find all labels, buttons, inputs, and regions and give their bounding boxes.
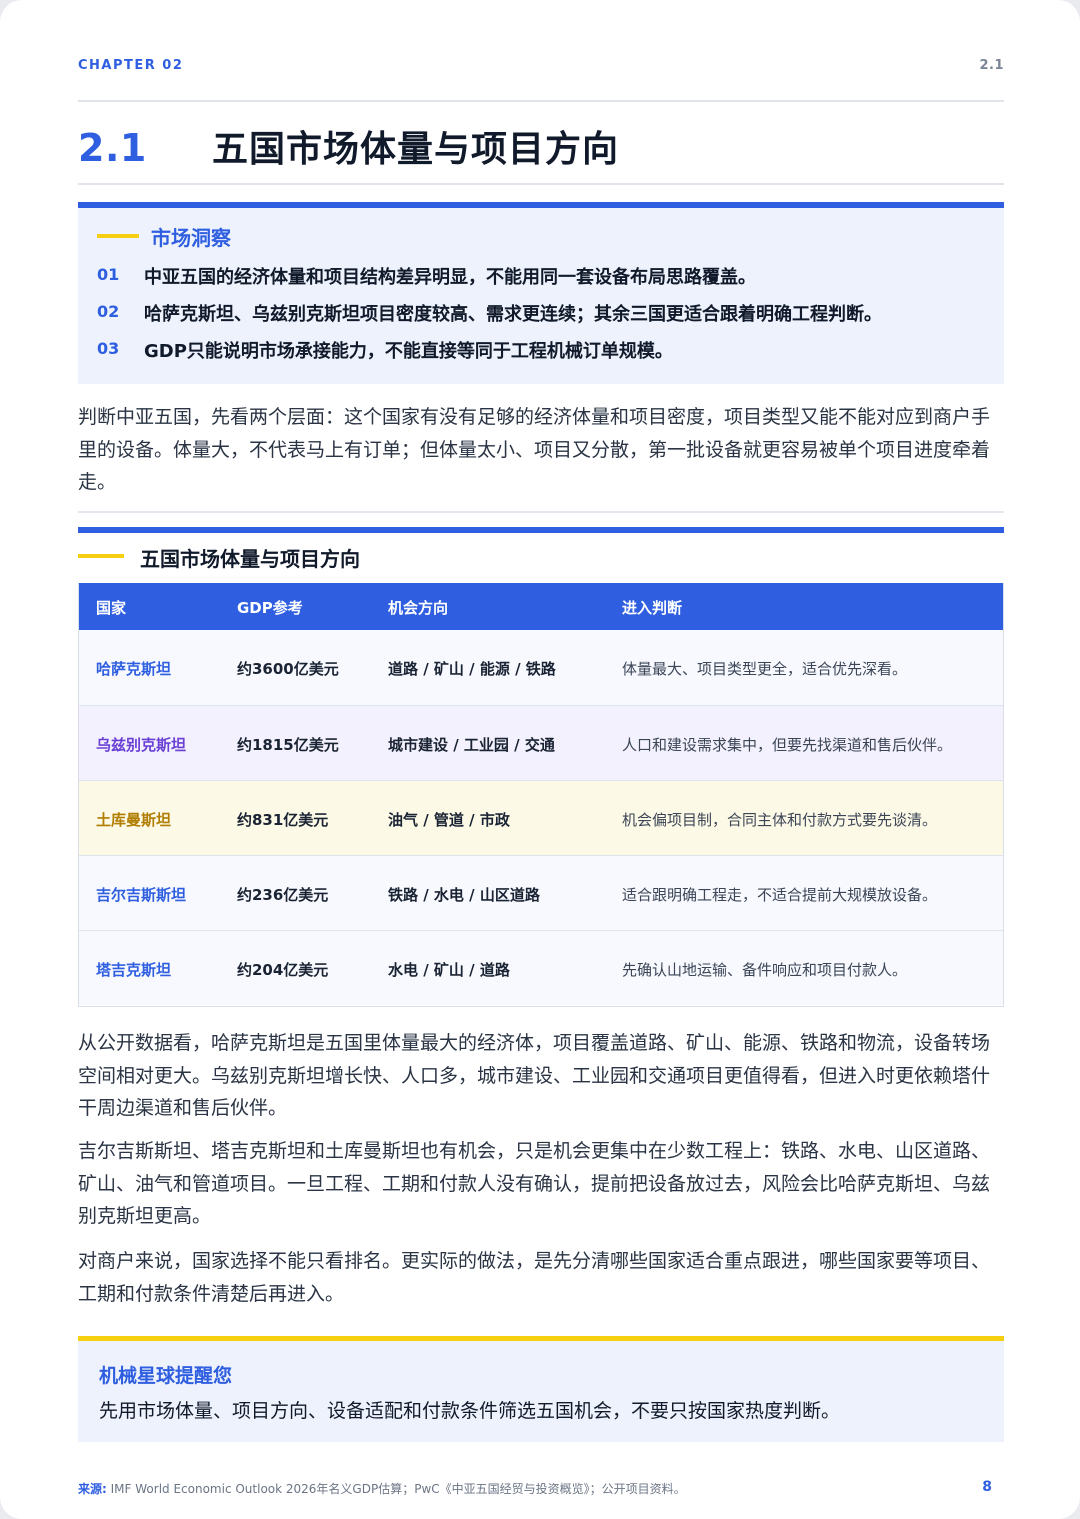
section-ref: 2.1 — [979, 58, 1004, 73]
insight-item-text: 中亚五国的经济体量和项目结构差异明显，不能用同一套设备布局思路覆盖。 — [144, 267, 756, 288]
table-row: 乌兹别克斯坦 约1815亿美元 城市建设 / 工业园 / 交通 人口和建设需求集中，但… — [79, 705, 1003, 780]
cell-country: 乌兹别克斯坦 — [96, 736, 187, 754]
table-top-bar — [78, 527, 1004, 533]
cell-country: 哈萨克斯坦 — [96, 660, 172, 678]
document-page: CHAPTER 02 2.1 2.1 五国市场体量与项目方向 市场洞察 01 中… — [0, 0, 1080, 1519]
table-row: 吉尔吉斯斯坦 约236亿美元 铁路 / 水电 / 山区道路 适合跟明确工程走，不适合提… — [79, 855, 1003, 930]
cell-judgement: 先确认山地运输、备件响应和项目付款人。 — [622, 961, 908, 979]
column-header-gdp: GDP参考 — [237, 599, 303, 617]
cell-judgement: 体量最大、项目类型更全，适合优先深看。 — [622, 660, 908, 678]
insight-item-number: 03 — [97, 339, 120, 358]
cell-gdp: 约204亿美元 — [237, 961, 329, 979]
insight-item: 01 中亚五国的经济体量和项目结构差异明显，不能用同一套设备布局思路覆盖。 — [97, 263, 997, 291]
market-table: 国家 GDP参考 机会方向 进入判断 哈萨克斯坦 约3600亿美元 道路 / 矿山 … — [78, 583, 1004, 1007]
insight-item: 03 GDP只能说明市场承接能力，不能直接等同于工程机械订单规模。 — [97, 337, 997, 365]
table-title: 五国市场体量与项目方向 — [140, 547, 360, 571]
body-paragraph: 对商户来说，国家选择不能只看排名。更实际的做法，是先分清哪些国家适合重点跟进，哪… — [78, 1250, 991, 1305]
column-header-judgement: 进入判断 — [622, 599, 683, 617]
insight-dash — [97, 234, 139, 238]
cell-judgement: 人口和建设需求集中，但要先找渠道和售后伙伴。 — [622, 736, 953, 754]
table-heading-row: 五国市场体量与项目方向 — [78, 541, 1004, 571]
body-paragraph: 从公开数据看，哈萨克斯坦是五国里体量最大的经济体，项目覆盖道路、矿山、能源、铁路… — [78, 1032, 991, 1119]
insight-item-number: 02 — [97, 302, 120, 321]
insight-item-number: 01 — [97, 265, 120, 284]
table-row: 哈萨克斯坦 约3600亿美元 道路 / 矿山 / 能源 / 铁路 体量最大、项目类型更… — [79, 630, 1003, 705]
cell-gdp: 约1815亿美元 — [237, 736, 339, 754]
column-header-country: 国家 — [96, 599, 127, 617]
cell-judgement: 机会偏项目制，合同主体和付款方式要先谈清。 — [622, 811, 938, 829]
reminder-heading: 机械星球提醒您 — [99, 1365, 233, 1387]
cell-direction: 道路 / 矿山 / 能源 / 铁路 — [388, 660, 556, 678]
cell-direction: 铁路 / 水电 / 山区道路 — [388, 886, 540, 904]
cell-direction: 油气 / 管道 / 市政 — [388, 811, 510, 829]
reminder-text: 先用市场体量、项目方向、设备适配和付款条件筛选五国机会，不要只按国家热度判断。 — [99, 1400, 841, 1422]
table-heading-dash — [78, 554, 124, 558]
table-row: 土库曼斯坦 约831亿美元 油气 / 管道 / 市政 机会偏项目制，合同主体和付款方式… — [79, 780, 1003, 855]
body-paragraph: 吉尔吉斯斯坦、塔吉克斯坦和土库曼斯坦也有机会，只是机会更集中在少数工程上：铁路、… — [78, 1140, 991, 1227]
insight-box: 市场洞察 01 中亚五国的经济体量和项目结构差异明显，不能用同一套设备布局思路覆… — [78, 202, 1004, 384]
section-number: 2.1 — [78, 126, 147, 170]
insight-item-text: 哈萨克斯坦、乌兹别克斯坦项目密度较高、需求更连续；其余三国更适合跟着明确工程判断… — [144, 304, 882, 325]
source-text: IMF World Economic Outlook 2026年名义GDP估算；… — [110, 1482, 686, 1496]
cell-direction: 水电 / 矿山 / 道路 — [388, 961, 510, 979]
table-row: 塔吉克斯坦 约204亿美元 水电 / 矿山 / 道路 先确认山地运输、备件响应和项目付… — [79, 930, 1003, 1005]
column-header-direction: 机会方向 — [388, 599, 449, 617]
header-divider — [78, 100, 1004, 102]
insight-heading: 市场洞察 — [151, 226, 231, 250]
cell-gdp: 约831亿美元 — [237, 811, 329, 829]
footer: 来源: IMF World Economic Outlook 2026年名义GD… — [78, 1479, 1004, 1500]
cell-country: 吉尔吉斯斯坦 — [96, 886, 187, 904]
section-title-row: 2.1 五国市场体量与项目方向 — [78, 118, 1004, 178]
reminder-box: 机械星球提醒您 先用市场体量、项目方向、设备适配和付款条件筛选五国机会，不要只按… — [78, 1336, 1004, 1442]
cell-country: 塔吉克斯坦 — [96, 961, 172, 979]
cell-country: 土库曼斯坦 — [96, 811, 172, 829]
cell-direction: 城市建设 / 工业园 / 交通 — [388, 736, 555, 754]
insight-item-text: GDP只能说明市场承接能力，不能直接等同于工程机械订单规模。 — [144, 341, 673, 362]
cell-gdp: 约3600亿美元 — [237, 660, 339, 678]
cell-judgement: 适合跟明确工程走，不适合提前大规模放设备。 — [622, 886, 938, 904]
page-number: 8 — [982, 1479, 992, 1495]
intro-paragraph: 判断中亚五国，先看两个层面：这个国家有没有足够的经济体量和项目密度，项目类型又能… — [78, 406, 991, 493]
source-label: 来源: — [78, 1482, 107, 1496]
insight-top-bar — [78, 202, 1004, 208]
reminder-top-bar — [78, 1336, 1004, 1341]
page-title: 五国市场体量与项目方向 — [212, 129, 620, 170]
cell-gdp: 约236亿美元 — [237, 886, 329, 904]
chapter-header: CHAPTER 02 2.1 — [78, 58, 1004, 78]
section-divider — [78, 511, 1004, 513]
table-header: 国家 GDP参考 机会方向 进入判断 — [79, 583, 1003, 630]
chapter-label: CHAPTER 02 — [78, 58, 184, 73]
title-divider — [78, 183, 1004, 185]
insight-item: 02 哈萨克斯坦、乌兹别克斯坦项目密度较高、需求更连续；其余三国更适合跟着明确工… — [97, 300, 997, 328]
